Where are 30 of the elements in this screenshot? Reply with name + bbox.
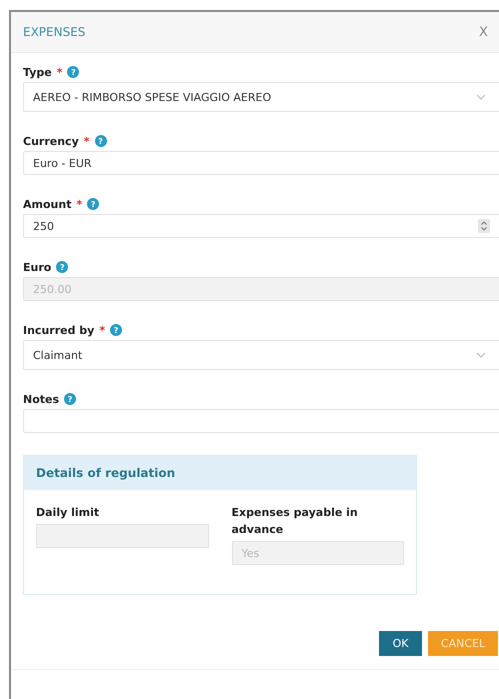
field-label: Amount xyxy=(23,198,72,210)
help-icon[interactable]: ? xyxy=(110,324,122,336)
input-field[interactable]: Euro - EUR xyxy=(23,151,499,175)
field-label: Type xyxy=(23,66,52,78)
required-mark: * xyxy=(84,134,90,148)
help-icon[interactable]: ? xyxy=(87,198,100,210)
field-label: Currency xyxy=(23,134,79,148)
panel-title: Details of regulation xyxy=(36,466,176,480)
field-label: Expenses payable in advance xyxy=(232,505,359,538)
select-field[interactable]: Claimant xyxy=(23,340,499,370)
chevron-down-icon xyxy=(476,352,486,358)
field-label: Notes xyxy=(23,392,60,406)
input-field[interactable]: 250 xyxy=(23,214,499,238)
input-field[interactable] xyxy=(23,409,499,433)
select-field[interactable]: AEREO - RIMBORSO SPESE VIAGGIO AEREO xyxy=(23,82,499,112)
chevron-down-icon xyxy=(476,94,486,100)
help-icon[interactable]: ? xyxy=(67,66,80,78)
field-label: Daily limit xyxy=(36,505,100,521)
required-mark: * xyxy=(99,324,106,336)
field-label: Euro xyxy=(23,260,52,274)
field-label: Incurred by xyxy=(23,324,94,336)
close-button[interactable]: X xyxy=(479,24,499,40)
ok-button[interactable]: OK xyxy=(379,631,422,656)
required-mark: * xyxy=(76,198,82,210)
help-icon[interactable]: ? xyxy=(64,393,76,405)
help-icon[interactable]: ? xyxy=(94,135,107,147)
spinner-icon[interactable] xyxy=(478,219,490,233)
cancel-button[interactable]: CANCEL xyxy=(428,631,498,656)
dialog-title: EXPENSES xyxy=(23,25,86,39)
required-mark: * xyxy=(56,66,62,78)
